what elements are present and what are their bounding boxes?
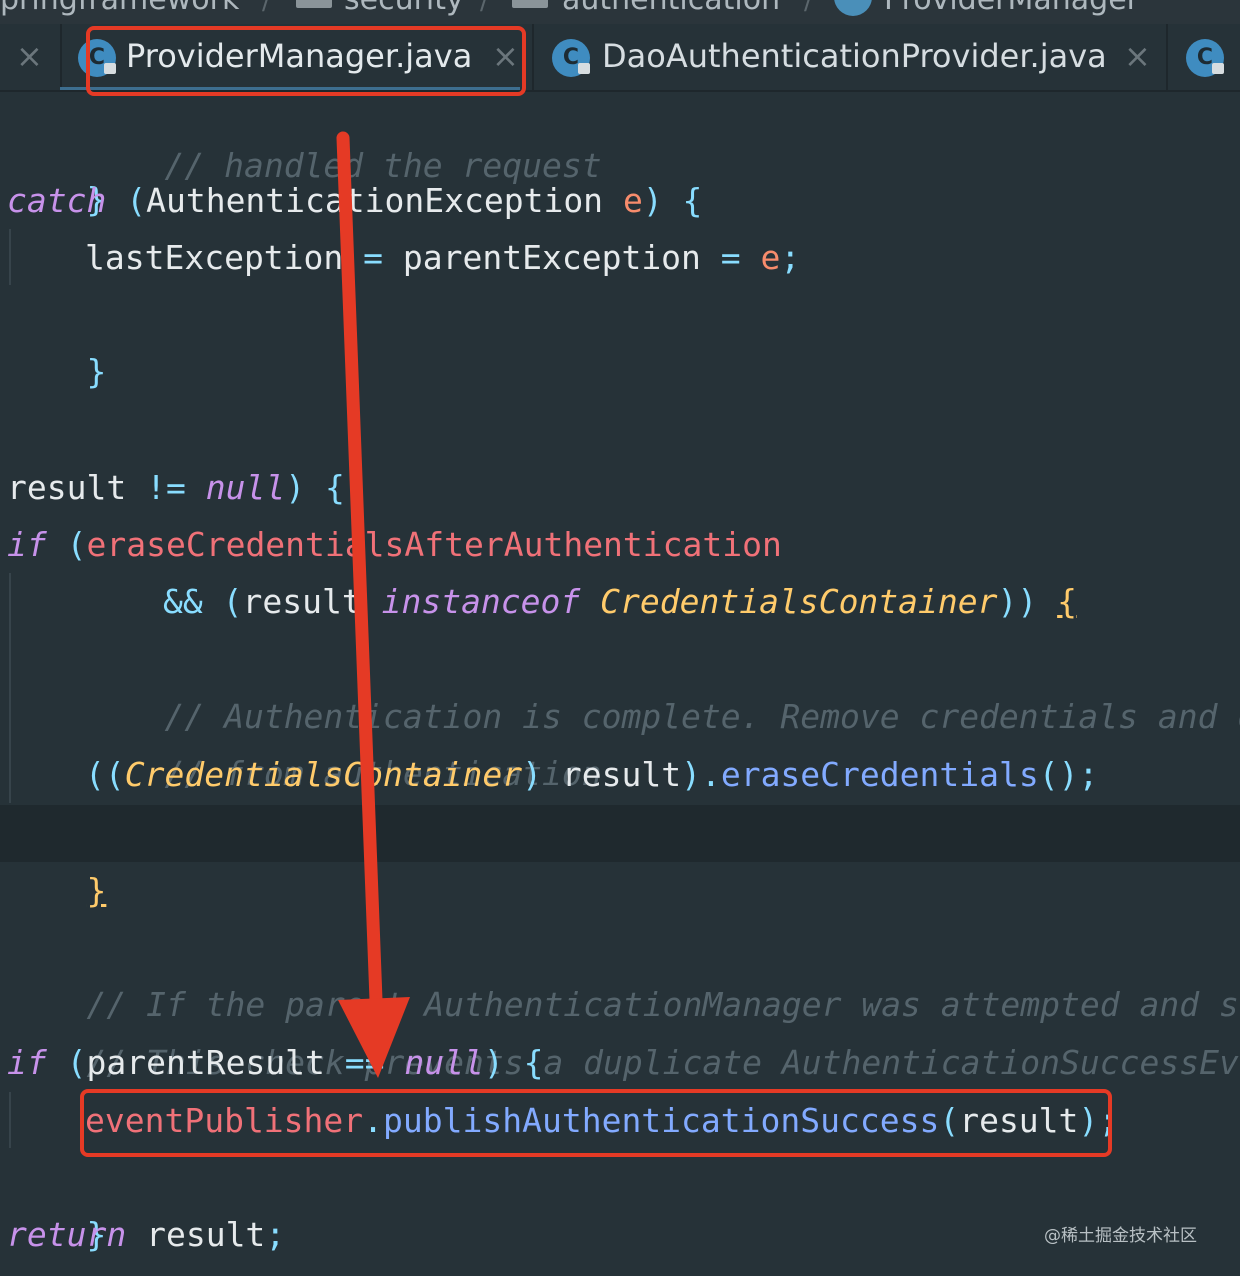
arrow-head <box>338 997 410 1078</box>
watermark: @稀土掘金技术社区 <box>1044 1226 1197 1246</box>
annotation-arrow <box>336 131 410 1078</box>
arrow-shaft <box>336 131 383 1007</box>
